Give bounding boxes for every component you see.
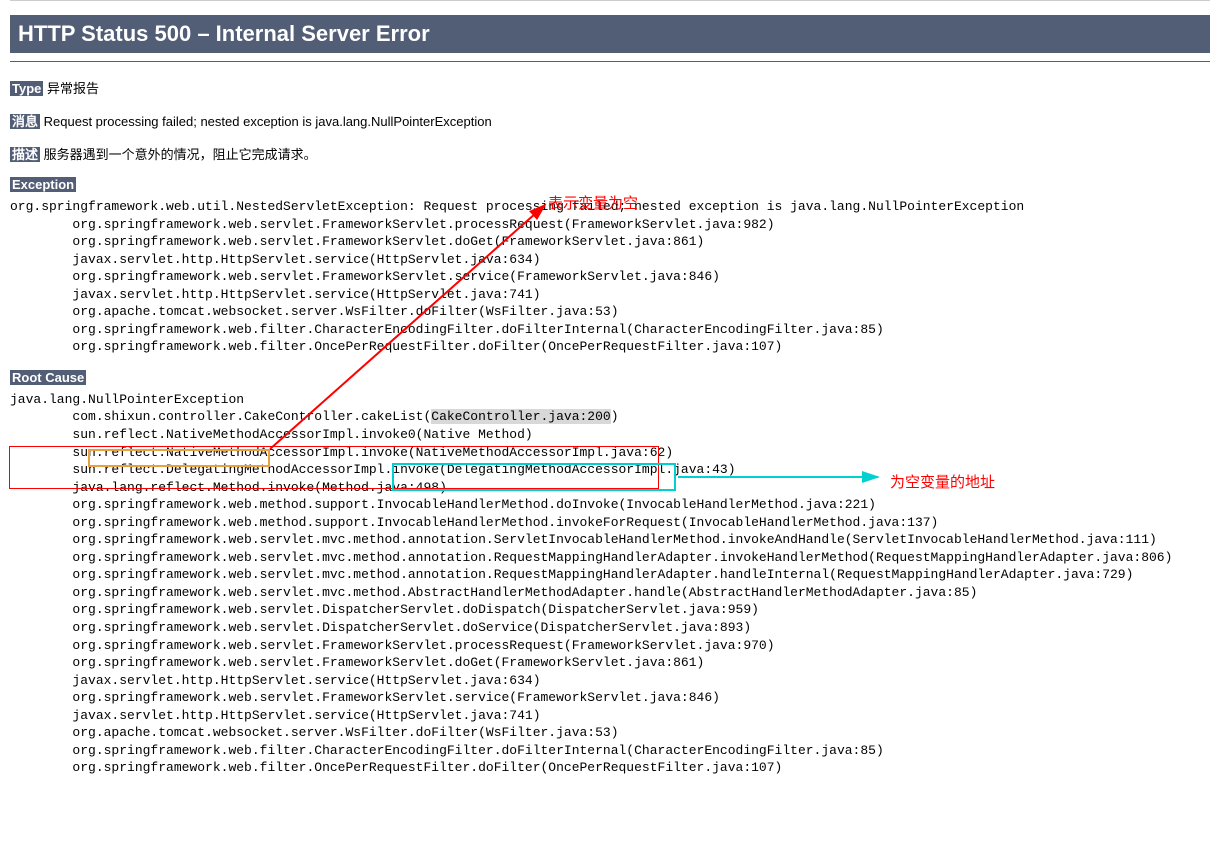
- annotation-top: 表示变量为空: [548, 192, 638, 213]
- page-title: HTTP Status 500 – Internal Server Error: [10, 15, 1210, 53]
- top-rule: [10, 0, 1210, 1]
- exception-label: Exception: [10, 177, 76, 192]
- exception-row: Exception: [10, 177, 1210, 192]
- root-cause-label: Root Cause: [10, 370, 86, 385]
- rc-prefix: java.lang.: [10, 392, 88, 407]
- root-cause-trace: java.lang.NullPointerException com.shixu…: [10, 391, 1210, 777]
- description-value: 服务器遇到一个意外的情况，阻止它完成请求。: [44, 147, 317, 162]
- type-label: Type: [10, 81, 43, 96]
- message-value: Request processing failed; nested except…: [44, 114, 492, 129]
- description-label: 描述: [10, 147, 40, 162]
- rc-line2-suffix: ): [611, 409, 619, 424]
- rc-line2-highlight: CakeController.java:200: [431, 409, 610, 424]
- message-row: 消息 Request processing failed; nested exc…: [10, 111, 1210, 130]
- rc-exception-name: NullPointerException: [88, 392, 244, 407]
- type-value: 异常报告: [47, 81, 99, 96]
- description-row: 描述 服务器遇到一个意外的情况，阻止它完成请求。: [10, 144, 1210, 163]
- exception-trace: org.springframework.web.util.NestedServl…: [10, 198, 1210, 356]
- type-row: Type 异常报告: [10, 78, 1210, 97]
- separator: [10, 61, 1210, 62]
- rc-line2-prefix: com.shixun.controller.CakeController.cak…: [10, 409, 431, 424]
- root-cause-row: Root Cause: [10, 370, 1210, 385]
- message-label: 消息: [10, 114, 40, 129]
- annotation-right: 为空变量的地址: [890, 471, 995, 492]
- rc-rest: sun.reflect.NativeMethodAccessorImpl.inv…: [10, 427, 1172, 775]
